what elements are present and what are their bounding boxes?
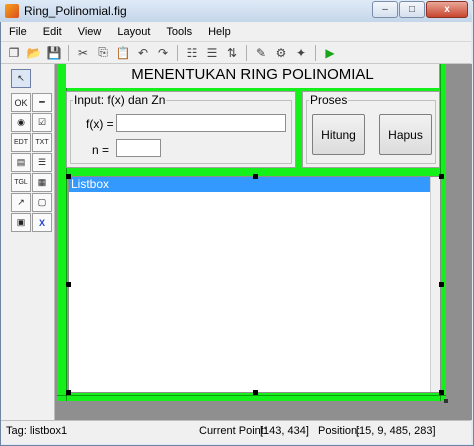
window-title: Ring_Polinomial.fig [24,4,127,18]
selection-handle[interactable] [66,282,71,287]
figure-title[interactable]: MENENTUKAN RING POLINOMIAL [66,66,439,83]
menu-edit[interactable]: Edit [35,26,70,38]
menu-bar: File Edit View Layout Tools Help [1,22,471,42]
selection-handle[interactable] [66,174,71,179]
pushbutton-tool-icon[interactable]: OK [11,93,31,112]
activex-tool-icon[interactable]: X [32,213,52,232]
input-panel-legend: Input: f(x) dan Zn [73,93,167,107]
maximize-button[interactable]: □ [399,1,425,18]
selection-handle[interactable] [439,282,444,287]
listbox-tool-icon[interactable]: ☰ [32,153,52,172]
open-icon[interactable]: 📂 [25,44,43,62]
hitung-button[interactable]: Hitung [312,114,365,155]
close-button[interactable]: x [426,1,468,18]
menu-layout[interactable]: Layout [109,26,158,38]
fx-label: f(x) = [86,117,114,131]
selection-handle[interactable] [253,174,258,179]
run-icon[interactable]: ▶ [321,44,339,62]
cut-icon[interactable]: ✂ [74,44,92,62]
menu-tools[interactable]: Tools [158,26,200,38]
static-text-tool-icon[interactable]: TXT [32,133,52,152]
menu-view[interactable]: View [70,26,110,38]
selection-handle[interactable] [253,390,258,395]
copy-icon[interactable]: ⎘ [94,44,112,62]
paste-icon[interactable]: 📋 [114,44,132,62]
status-position: [15, 9, 485, 283] [356,425,436,437]
tab-order-icon[interactable]: ⇅ [223,44,241,62]
button-group-tool-icon[interactable]: ▣ [11,213,31,232]
status-position-label: Position: [318,425,361,437]
save-icon[interactable]: 💾 [45,44,63,62]
property-inspector-icon[interactable]: ⚙ [272,44,290,62]
n-label: n = [92,143,110,157]
toolbar-separator [68,44,69,61]
selection-handle[interactable] [66,390,71,395]
matlab-icon [5,4,19,18]
radiobutton-tool-icon[interactable]: ◉ [11,113,31,132]
status-current-point-label: Current Point: [199,425,267,437]
redo-icon[interactable]: ↷ [154,44,172,62]
toolbar: ❐ 📂 💾 ✂ ⎘ 📋 ↶ ↷ ☷ ☰ ⇅ ✎ ⚙ ✦ ▶ [1,42,471,64]
toolbar-separator [315,44,316,61]
slider-tool-icon[interactable]: ━ [32,93,52,112]
process-panel-legend: Proses [309,93,349,107]
toolbar-separator [246,44,247,61]
checkbox-tool-icon[interactable]: ☑ [32,113,52,132]
component-palette: ↖ OK ━ ◉ ☑ EDT TXT ▤ ☰ TGL ▦ ↗ ▢ ▣ X [1,64,55,420]
select-tool-icon[interactable]: ↖ [11,69,31,88]
undo-icon[interactable]: ↶ [134,44,152,62]
axes-tool-icon[interactable]: ↗ [11,193,31,212]
grid-line [57,395,446,396]
title-bar: Ring_Polinomial.fig – □ x [0,0,472,22]
status-tag: Tag: listbox1 [6,425,68,437]
mfile-editor-icon[interactable]: ✎ [252,44,270,62]
toggle-button-tool-icon[interactable]: TGL [11,173,31,192]
listbox-selected-item[interactable]: Listbox [69,177,430,192]
panel-tool-icon[interactable]: ▢ [32,193,52,212]
table-tool-icon[interactable]: ▦ [32,173,52,192]
edit-text-tool-icon[interactable]: EDT [11,133,31,152]
menu-file[interactable]: File [1,26,35,38]
n-input[interactable] [116,139,161,157]
minimize-button[interactable]: – [372,1,398,18]
menu-editor-icon[interactable]: ☰ [203,44,221,62]
selection-handle[interactable] [439,174,444,179]
fx-input[interactable] [116,114,286,132]
hapus-button[interactable]: Hapus [379,114,432,155]
status-current-point: [143, 434] [260,425,309,437]
new-file-icon[interactable]: ❐ [5,44,23,62]
object-browser-icon[interactable]: ✦ [292,44,310,62]
selection-handle[interactable] [439,390,444,395]
figure-resize-handle[interactable] [444,399,448,403]
menu-help[interactable]: Help [200,26,239,38]
listbox[interactable] [68,176,441,393]
toolbar-separator [177,44,178,61]
popup-menu-tool-icon[interactable]: ▤ [11,153,31,172]
align-icon[interactable]: ☷ [183,44,201,62]
